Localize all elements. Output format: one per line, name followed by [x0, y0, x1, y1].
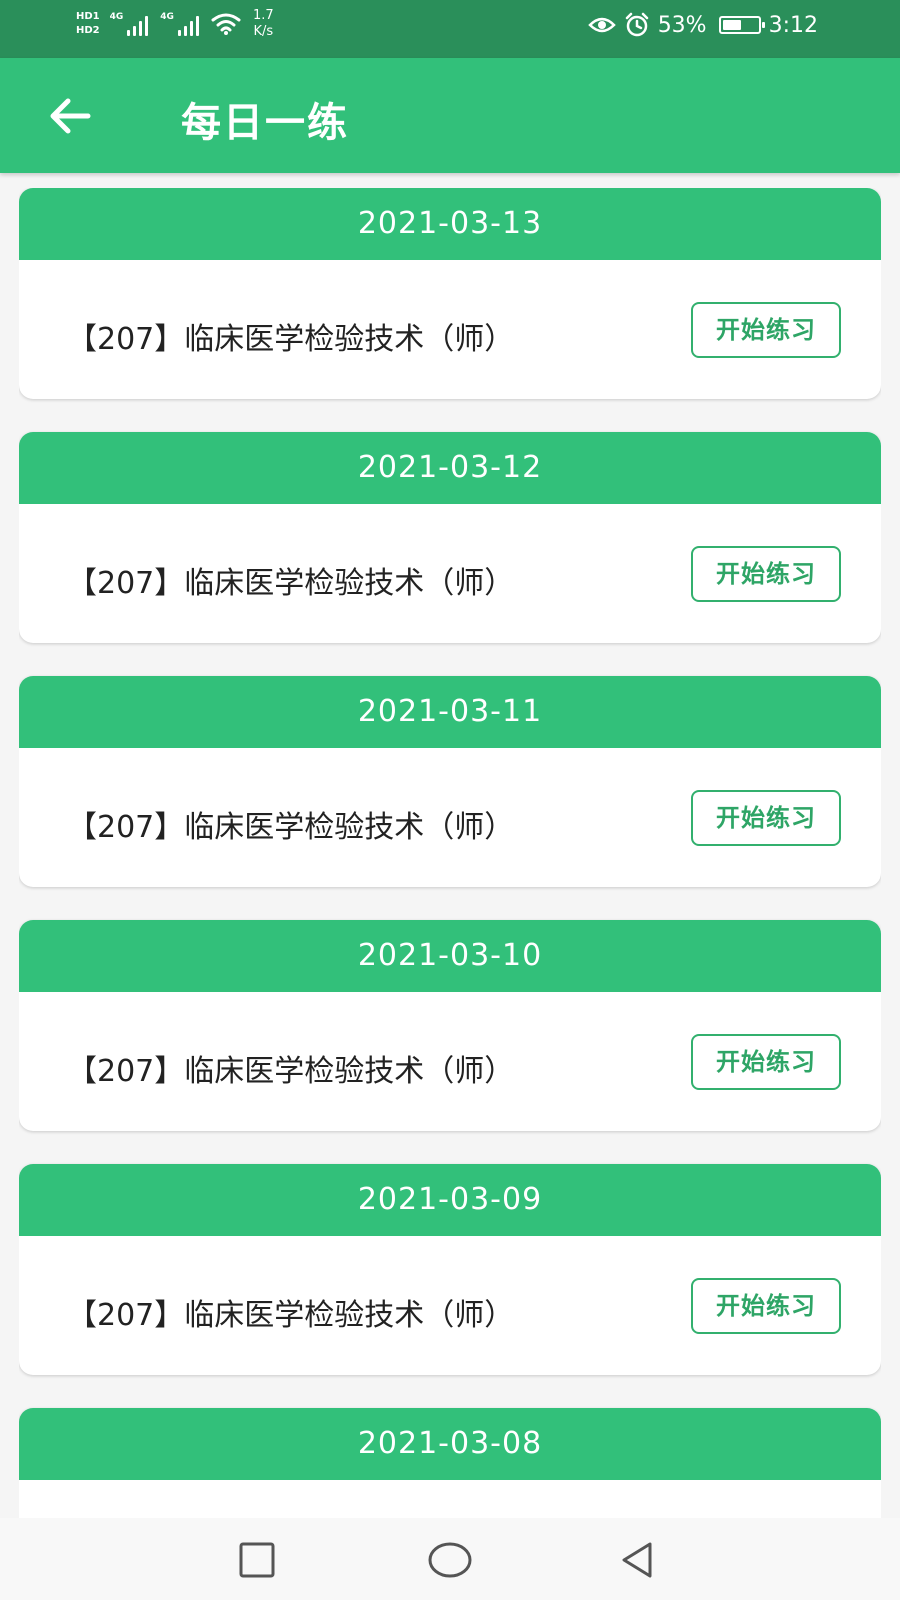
- status-bar: HD1 HD2 4G 4G 1.7 K/s 53% 3:12: [0, 0, 900, 58]
- card-date: 2021-03-08: [19, 1408, 881, 1480]
- page-title: 每日一练: [181, 100, 349, 146]
- start-practice-button[interactable]: 开始练习: [691, 1034, 841, 1090]
- status-right: 53% 3:12: [587, 12, 818, 38]
- status-left: HD1 HD2 4G 4G 1.7 K/s: [76, 8, 274, 40]
- practice-card: 2021-03-13 【207】临床医学检验技术（师） 开始练习: [19, 188, 881, 399]
- start-practice-button[interactable]: 开始练习: [691, 546, 841, 602]
- card-date: 2021-03-13: [19, 188, 881, 260]
- net-speed-value: 1.7: [252, 8, 274, 23]
- signal-2-icon: 4G: [160, 12, 199, 36]
- start-practice-button[interactable]: 开始练习: [691, 1278, 841, 1334]
- clock-time: 3:12: [768, 12, 818, 38]
- battery-percent: 53%: [657, 12, 707, 38]
- arrow-left-icon[interactable]: [42, 88, 98, 144]
- start-practice-button[interactable]: 开始练习: [691, 302, 841, 358]
- net-speed-unit: K/s: [253, 24, 274, 39]
- net-speed: 1.7 K/s: [253, 8, 274, 40]
- alarm-icon: [625, 12, 648, 37]
- eye-icon: [587, 17, 616, 33]
- hd-indicators: HD1 HD2: [76, 10, 100, 38]
- start-practice-button[interactable]: 开始练习: [691, 790, 841, 846]
- card-date: 2021-03-12: [19, 432, 881, 504]
- system-nav-bar: [0, 1518, 900, 1600]
- battery-icon: [718, 16, 765, 34]
- hd1-label: HD1: [76, 11, 100, 22]
- triangle-back-icon[interactable]: [616, 1538, 660, 1582]
- battery-fill: [722, 20, 741, 30]
- practice-card: 2021-03-11 【207】临床医学检验技术（师） 开始练习: [19, 676, 881, 887]
- card-title: 【207】临床医学检验技术（师）: [67, 1298, 515, 1333]
- practice-list[interactable]: 2021-03-13 【207】临床医学检验技术（师） 开始练习 2021-03…: [19, 188, 881, 1518]
- practice-card: 2021-03-10 【207】临床医学检验技术（师） 开始练习: [19, 920, 881, 1131]
- hd2-label: HD2: [76, 25, 100, 36]
- card-date: 2021-03-09: [19, 1164, 881, 1236]
- card-title: 【207】临床医学检验技术（师）: [67, 1054, 515, 1089]
- square-recents-icon[interactable]: [235, 1538, 279, 1582]
- card-title: 【207】临床医学检验技术（师）: [67, 810, 515, 845]
- practice-card: 2021-03-12 【207】临床医学检验技术（师） 开始练习: [19, 432, 881, 643]
- card-date: 2021-03-11: [19, 676, 881, 748]
- signal-1-icon: 4G: [110, 12, 149, 36]
- app-bar: 每日一练: [0, 58, 900, 173]
- circle-home-icon[interactable]: [424, 1538, 476, 1582]
- practice-card: 2021-03-09 【207】临床医学检验技术（师） 开始练习: [19, 1164, 881, 1375]
- card-title: 【207】临床医学检验技术（师）: [67, 322, 515, 357]
- card-title: 【207】临床医学检验技术（师）: [67, 566, 515, 601]
- practice-card: 2021-03-08: [19, 1408, 881, 1518]
- wifi-icon: [211, 13, 241, 35]
- card-date: 2021-03-10: [19, 920, 881, 992]
